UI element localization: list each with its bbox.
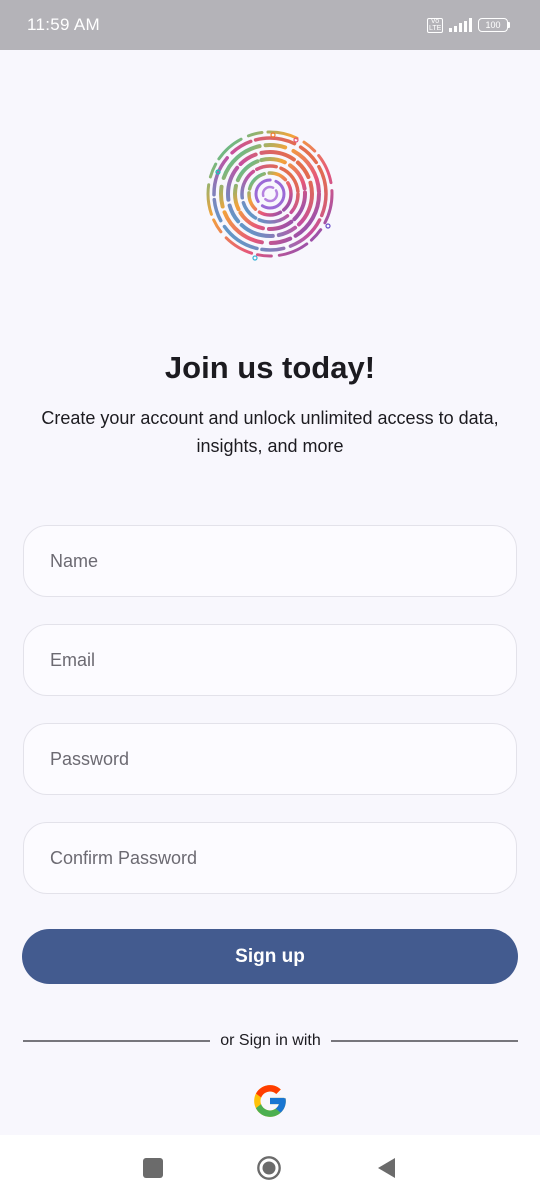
password-input[interactable] (24, 724, 516, 794)
divider-text: or Sign in with (220, 1032, 321, 1049)
square-icon (143, 1158, 163, 1178)
back-button[interactable] (373, 1155, 399, 1181)
status-time: 11:59 AM (27, 15, 100, 34)
battery-level: 100 (478, 18, 508, 32)
name-field[interactable] (23, 525, 517, 597)
divider-line-right (330, 1040, 518, 1042)
page-subtitle: Create your account and unlock unlimited… (41, 408, 499, 456)
divider-line-left (23, 1040, 211, 1042)
recent-apps-button[interactable] (140, 1155, 166, 1181)
email-field[interactable] (23, 624, 517, 696)
sign-in-divider: or Sign in with (23, 1030, 518, 1052)
google-icon (254, 1085, 286, 1117)
confirm-password-input[interactable] (24, 823, 516, 893)
email-input[interactable] (24, 625, 516, 695)
page-title: Join us today! (164, 350, 376, 385)
volte-icon: Vo LTE (427, 17, 443, 33)
app-logo (206, 130, 334, 261)
confirm-password-field[interactable] (23, 822, 517, 894)
home-circle-icon (257, 1156, 281, 1180)
back-triangle-icon (378, 1158, 395, 1178)
google-sign-in-button[interactable] (250, 1081, 290, 1121)
home-button[interactable] (256, 1155, 282, 1181)
battery-icon: 100 (478, 18, 510, 32)
signup-button[interactable]: Sign up (22, 929, 518, 984)
status-icons: Vo LTE 100 (427, 17, 510, 33)
status-bar: 11:59 AM Vo LTE 100 (0, 0, 540, 50)
name-input[interactable] (24, 526, 516, 596)
signal-icon (449, 18, 472, 32)
password-field[interactable] (23, 723, 517, 795)
system-nav-bar (0, 1135, 540, 1200)
